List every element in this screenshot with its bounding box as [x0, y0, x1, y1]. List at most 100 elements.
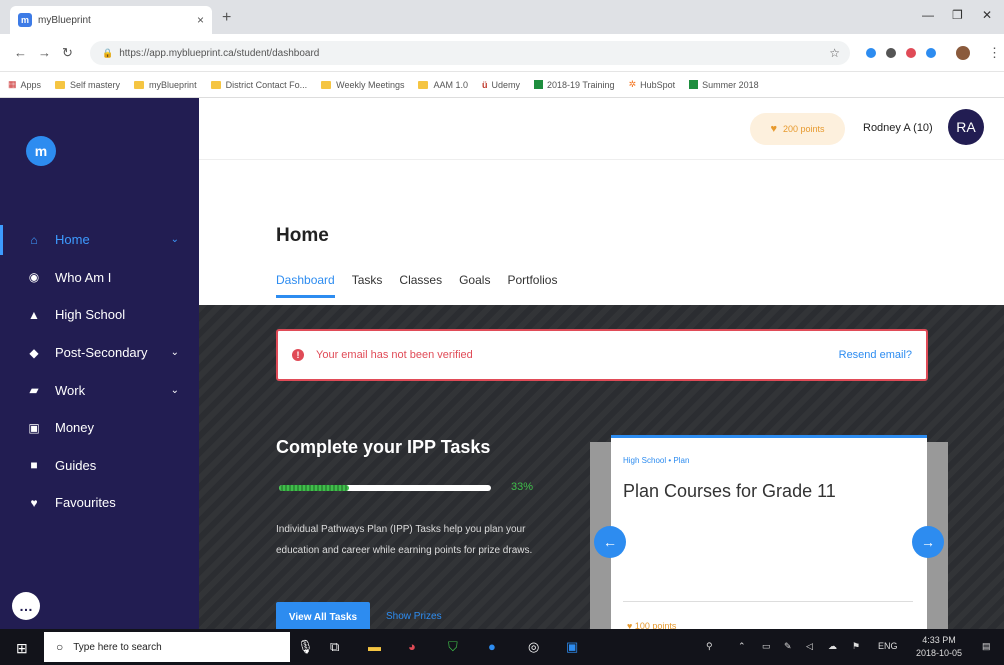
sidebar-item-high-school[interactable]: ▲ High School [0, 296, 199, 334]
home-tabs: Dashboard Tasks Classes Goals Portfolios [276, 273, 574, 298]
task-view-icon[interactable]: ⧉ [330, 639, 339, 655]
tab-goals[interactable]: Goals [459, 273, 490, 297]
tab-portfolios[interactable]: Portfolios [507, 273, 557, 297]
extension-icon[interactable] [906, 48, 916, 58]
school-icon: ▲ [28, 307, 40, 322]
file-explorer-icon[interactable]: ▬ [368, 639, 381, 654]
windows-start-icon[interactable]: ⊞ [16, 640, 28, 657]
network-icon[interactable]: ▭ [762, 641, 771, 652]
back-arrow-icon[interactable]: ← [14, 45, 27, 60]
carousel-prev-button[interactable]: ← [594, 526, 626, 558]
minimize-icon[interactable]: — [922, 8, 934, 22]
sidebar-item-work[interactable]: ▰ Work ⌄ [0, 371, 199, 409]
windows-taskbar: ⊞ ○ Type here to search 🎙 ⧉ ▬ ◕ ⛉ ● ◎ ▣ … [0, 629, 1004, 665]
taskbar-search-input[interactable]: ○ Type here to search [44, 632, 290, 662]
shield-icon[interactable]: ⛉ [448, 639, 458, 655]
sheets-icon [689, 80, 699, 89]
heart-icon: ♥ [770, 123, 777, 135]
extension-icon[interactable] [866, 48, 876, 58]
url-field[interactable]: 🔒 https://app.myblueprint.ca/student/das… [90, 41, 850, 65]
app-icon[interactable]: ◎ [528, 639, 539, 655]
maximize-icon[interactable]: ❐ [952, 8, 963, 22]
ipp-progress-bar [279, 485, 491, 491]
sidebar-item-home[interactable]: ⌂ Home ⌄ [0, 221, 199, 259]
bookmark-folder[interactable]: District Contact Fo... [210, 80, 307, 90]
user-name[interactable]: Rodney A (10) [863, 122, 933, 134]
home-header: Home Dashboard Tasks Classes Goals Portf… [199, 160, 1004, 305]
chat-bubble-icon[interactable]: … [12, 592, 40, 620]
tab-classes[interactable]: Classes [399, 273, 442, 297]
pocket-icon[interactable] [886, 48, 896, 58]
sidebar-nav: ⌂ Home ⌄ ◉ Who Am I ▲ High School ◆ Post… [0, 221, 199, 522]
bookmark-folder[interactable]: Weekly Meetings [321, 80, 404, 90]
bookmark-udemy[interactable]: ü Udemy [482, 80, 520, 90]
bookmark-star-icon[interactable]: ☆ [829, 46, 840, 60]
sidebar-item-guides[interactable]: ■ Guides [0, 447, 199, 485]
new-tab-button[interactable]: + [222, 9, 231, 27]
notifications-icon[interactable]: ▤ [982, 641, 991, 652]
clock[interactable]: 4:33 PM 2018-10-05 [916, 634, 962, 660]
briefcase-icon: ▰ [29, 383, 39, 398]
clock-time: 4:33 PM [922, 635, 956, 645]
tab-dashboard[interactable]: Dashboard [276, 273, 335, 298]
chevron-up-icon[interactable]: ⌃ [738, 641, 746, 652]
bookmark-folder[interactable]: Self mastery [55, 80, 120, 90]
menu-dots-icon[interactable]: ⋮ [988, 45, 1001, 61]
folder-icon [55, 80, 66, 89]
chrome-icon[interactable]: ◕ [408, 639, 416, 654]
book-icon: ■ [30, 458, 38, 473]
sidebar-item-label: Post-Secondary [55, 345, 148, 361]
myblueprint-favicon-icon: m [18, 13, 32, 27]
tab-tasks[interactable]: Tasks [352, 273, 383, 297]
folder-icon [134, 80, 145, 89]
microphone-icon[interactable]: 🎙 [297, 639, 314, 655]
profile-avatar-icon[interactable] [956, 46, 970, 60]
pen-icon[interactable]: ✎ [784, 641, 792, 652]
folder-icon [418, 80, 429, 89]
sidebar-item-favourites[interactable]: ♥ Favourites [0, 484, 199, 522]
clock-date: 2018-10-05 [916, 648, 963, 658]
extension-icon[interactable] [926, 48, 936, 58]
sidebar-item-label: Who Am I [55, 269, 112, 285]
folder-icon [321, 80, 332, 89]
show-prizes-link[interactable]: Show Prizes [386, 611, 442, 622]
ipp-progress-fill [279, 485, 349, 491]
avatar[interactable]: RA [948, 109, 984, 145]
sidebar-item-who-am-i[interactable]: ◉ Who Am I [0, 259, 199, 297]
bookmark-apps[interactable]: ▦ Apps [8, 79, 41, 90]
points-badge[interactable]: ♥ 200 points [750, 113, 845, 145]
error-icon: ! [292, 349, 304, 361]
email-verification-alert: ! Your email has not been verified Resen… [276, 329, 928, 381]
volume-icon[interactable]: ◁ [806, 641, 813, 652]
word-icon[interactable]: ▣ [566, 639, 578, 655]
close-tab-icon[interactable]: × [197, 13, 204, 27]
close-window-icon[interactable]: ✕ [982, 8, 992, 22]
bookmark-training[interactable]: 2018-19 Training [534, 80, 615, 90]
alert-message: Your email has not been verified [316, 349, 473, 361]
myblueprint-logo[interactable]: m [26, 136, 56, 166]
bookmark-folder[interactable]: myBlueprint [134, 80, 197, 90]
sidebar-item-post-secondary[interactable]: ◆ Post-Secondary ⌄ [0, 334, 199, 372]
people-icon[interactable]: ⚲ [706, 641, 713, 652]
card-breadcrumb: High School • Plan [623, 456, 690, 465]
compass-icon: ◉ [28, 270, 40, 285]
zoom-icon[interactable]: ● [488, 639, 496, 654]
search-icon: ○ [56, 640, 64, 654]
bookmark-hubspot[interactable]: ✲ HubSpot [629, 79, 676, 90]
sidebar-item-money[interactable]: ▣ Money [0, 409, 199, 447]
arrow-left-icon: ← [603, 534, 617, 550]
resend-email-link[interactable]: Resend email? [839, 349, 912, 361]
bookmark-folder[interactable]: AAM 1.0 [418, 80, 468, 90]
cloud-icon[interactable]: ☁ [828, 641, 837, 652]
udemy-icon: ü [482, 79, 488, 90]
reload-icon[interactable]: ↻ [62, 45, 73, 61]
address-bar: ← → ↻ 🔒 https://app.myblueprint.ca/stude… [0, 34, 1004, 72]
wifi-icon[interactable]: ⚑ [852, 641, 860, 652]
carousel-next-button[interactable]: → [912, 526, 944, 558]
bookmark-summer[interactable]: Summer 2018 [689, 80, 759, 90]
language-indicator[interactable]: ENG [878, 641, 898, 651]
view-all-tasks-button[interactable]: View All Tasks [276, 602, 370, 629]
browser-tab[interactable]: m myBlueprint × [10, 6, 212, 34]
task-card[interactable]: High School • Plan Plan Courses for Grad… [611, 435, 927, 629]
forward-arrow-icon[interactable]: → [38, 45, 51, 60]
